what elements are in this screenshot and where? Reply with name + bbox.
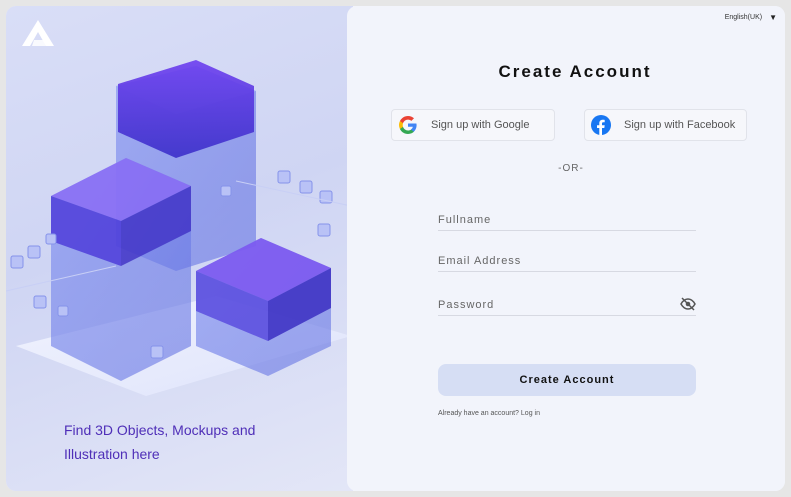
password-field: [438, 294, 696, 316]
hero-tagline: Find 3D Objects, Mockups and Illustratio…: [64, 422, 256, 462]
app-frame: Find 3D Objects, Mockups and Illustratio…: [6, 6, 785, 491]
or-divider: -OR-: [558, 163, 584, 174]
email-field: [438, 250, 696, 272]
brand-logo-icon: [22, 20, 54, 46]
eye-off-icon[interactable]: [680, 297, 696, 311]
login-link[interactable]: Log in: [521, 410, 540, 417]
google-icon: [398, 115, 418, 135]
hero-3d-illustration: [6, 60, 352, 396]
language-label: English(UK): [724, 14, 763, 21]
login-prompt: Already have an account? Log in: [438, 410, 540, 417]
fullname-input[interactable]: [438, 209, 696, 230]
hero-panel: Find 3D Objects, Mockups and Illustratio…: [6, 6, 353, 491]
email-input[interactable]: [438, 250, 696, 271]
caret-down-icon: ▼: [769, 13, 777, 22]
create-account-button[interactable]: Create Account: [438, 364, 696, 396]
signup-panel: English(UK) ▼ Create Account Sign up wit…: [347, 6, 785, 491]
google-signup-label: Sign up with Google: [431, 119, 530, 131]
password-input[interactable]: [438, 294, 696, 315]
page-title: Create Account: [498, 62, 652, 81]
fullname-field: [438, 209, 696, 231]
login-prefix: Already have an account?: [438, 410, 519, 417]
facebook-signup-label: Sign up with Facebook: [624, 119, 736, 131]
facebook-signup-button[interactable]: Sign up with Facebook: [584, 109, 747, 141]
google-signup-button[interactable]: Sign up with Google: [391, 109, 555, 141]
language-selector[interactable]: English(UK) ▼: [725, 13, 777, 22]
facebook-icon: [591, 115, 611, 135]
